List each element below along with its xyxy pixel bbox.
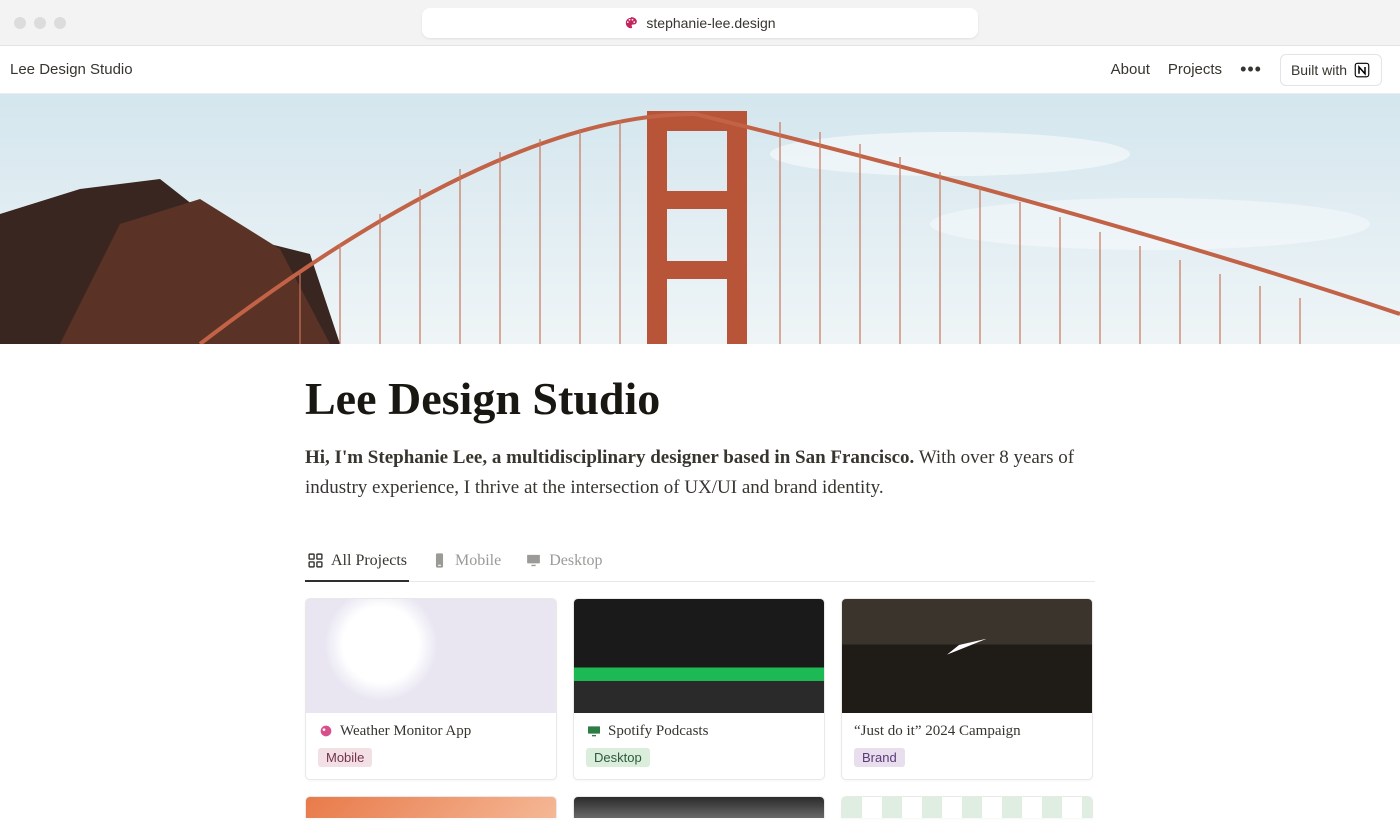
minimize-dot[interactable] [34,17,46,29]
project-card-row2c[interactable] [841,796,1093,818]
gallery-icon [307,552,324,569]
tab-label: All Projects [331,552,407,570]
project-card-spotify[interactable]: Spotify Podcasts Desktop [573,598,825,780]
card-cover [306,797,556,818]
card-title-row: Spotify Podcasts [586,723,812,740]
desktop-emoji-icon [586,723,602,739]
card-cover [306,599,556,713]
desktop-icon [525,552,542,569]
nav-projects[interactable]: Projects [1168,61,1222,78]
tab-label: Mobile [455,552,501,570]
built-with-button[interactable]: Built with [1280,54,1382,86]
site-title[interactable]: Lee Design Studio [10,61,133,78]
page-title: Lee Design Studio [305,372,1095,425]
view-tabs: All Projects Mobile Desktop [305,544,1095,582]
card-cover [842,599,1092,713]
tag-brand: Brand [854,748,905,767]
top-nav: Lee Design Studio About Projects ••• Bui… [0,46,1400,94]
tag-desktop: Desktop [586,748,650,767]
project-card-row2a[interactable] [305,796,557,818]
tag-mobile: Mobile [318,748,372,767]
card-title: Spotify Podcasts [608,723,708,740]
more-menu[interactable]: ••• [1240,59,1262,80]
card-title: “Just do it” 2024 Campaign [854,723,1021,740]
tab-mobile[interactable]: Mobile [429,544,503,582]
notion-icon [1353,61,1371,79]
nav-right: About Projects ••• Built with [1111,54,1382,86]
favicon-icon [624,16,638,30]
page-content: Lee Design Studio Hi, I'm Stephanie Lee,… [305,344,1095,818]
tab-desktop[interactable]: Desktop [523,544,604,582]
browser-chrome: stephanie-lee.design [0,0,1400,46]
project-card-row2b[interactable] [573,796,825,818]
close-dot[interactable] [14,17,26,29]
zoom-dot[interactable] [54,17,66,29]
url-text: stephanie-lee.design [646,15,775,31]
project-gallery: Weather Monitor App Mobile Spotify Podca… [305,598,1095,818]
intro-bold: Hi, I'm Stephanie Lee, a multidisciplina… [305,447,914,468]
tab-all-projects[interactable]: All Projects [305,544,409,582]
card-title-row: “Just do it” 2024 Campaign [854,723,1080,740]
card-cover [574,797,824,818]
card-title: Weather Monitor App [340,723,471,740]
card-cover [574,599,824,713]
weather-emoji-icon [318,723,334,739]
project-card-weather[interactable]: Weather Monitor App Mobile [305,598,557,780]
window-controls [0,17,66,29]
project-card-nike[interactable]: “Just do it” 2024 Campaign Brand [841,598,1093,780]
url-bar[interactable]: stephanie-lee.design [422,8,978,38]
nav-about[interactable]: About [1111,61,1150,78]
tab-label: Desktop [549,552,602,570]
mobile-icon [431,552,448,569]
card-cover [842,797,1092,818]
hero-banner [0,94,1400,344]
built-with-label: Built with [1291,62,1347,78]
intro-paragraph: Hi, I'm Stephanie Lee, a multidisciplina… [305,443,1095,504]
card-title-row: Weather Monitor App [318,723,544,740]
